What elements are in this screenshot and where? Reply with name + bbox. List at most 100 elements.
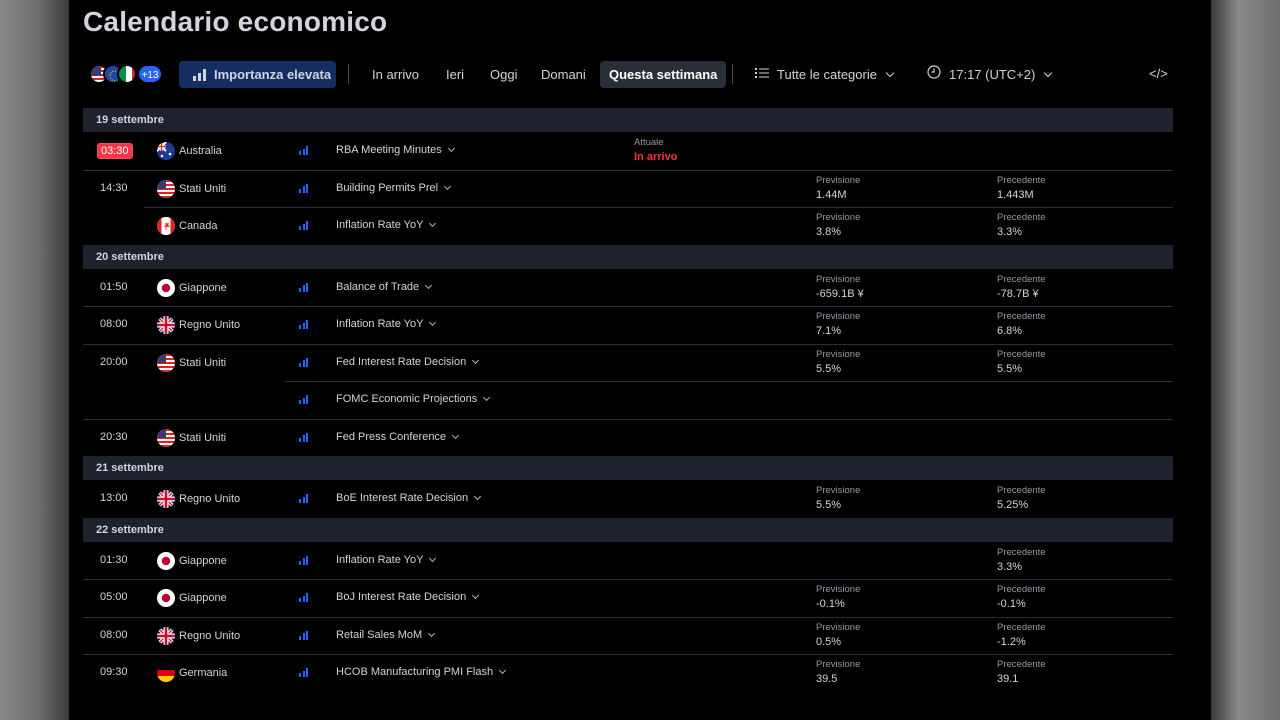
- tab-ieri[interactable]: Ieri: [437, 61, 473, 88]
- event-name[interactable]: BoJ Interest Rate Decision: [336, 591, 480, 603]
- forecast-label: Previsione: [816, 584, 861, 595]
- toolbar-divider: [348, 64, 349, 84]
- event-name[interactable]: HCOB Manufacturing PMI Flash: [336, 666, 507, 678]
- actual-value: In arrivo: [634, 151, 678, 163]
- importance-filter-button[interactable]: Importanza elevata: [179, 61, 336, 88]
- previous-label: Precedente: [997, 546, 1046, 558]
- previous-label: Precedente: [997, 584, 1046, 595]
- categories-dropdown[interactable]: Tutte le categorie: [755, 61, 895, 88]
- previous-cell: Precedente 1.443M: [997, 174, 1046, 202]
- event-row[interactable]: 20:00 Stati Uniti Fed Interest Rate Decisi…: [83, 344, 1173, 382]
- jp-flag-icon: [157, 589, 175, 607]
- event-country: Regno Unito: [157, 316, 240, 334]
- event-row[interactable]: 13:00 Regno Unito BoE Interest Rate Decisi…: [83, 480, 1173, 518]
- gb-flag-icon: [157, 626, 175, 645]
- forecast-label: Previsione: [816, 348, 861, 360]
- chevron-down-icon: [429, 554, 437, 562]
- event-country: Stati Uniti: [157, 353, 226, 372]
- previous-value: -0.1%: [997, 598, 1026, 610]
- importance-icon: [299, 630, 308, 640]
- event-country: Giappone: [157, 551, 227, 570]
- event-row[interactable]: 14:30 Stati Uniti Building Permits Prel Pre…: [83, 170, 1173, 208]
- clock-icon: [927, 61, 941, 88]
- event-country: Australia: [157, 142, 222, 160]
- previous-value: 1.443M: [997, 188, 1034, 201]
- day-header: 19 settembre: [83, 108, 1173, 132]
- tab-domani[interactable]: Domani: [532, 61, 595, 88]
- event-name[interactable]: Fed Interest Rate Decision: [336, 356, 480, 368]
- forecast-label: Previsione: [816, 311, 861, 322]
- chevron-down-icon: [452, 431, 460, 439]
- us-flag-icon: [157, 428, 175, 447]
- categories-label: Tutte le categorie: [777, 67, 877, 82]
- event-country: Regno Unito: [157, 626, 241, 645]
- forecast-value: 1.44M: [816, 188, 847, 201]
- event-row[interactable]: FOMC Economic Projections: [83, 381, 1173, 420]
- gb-flag-icon: [157, 316, 175, 334]
- event-name[interactable]: Inflation Rate YoY: [336, 554, 437, 566]
- forecast-label: Previsione: [816, 659, 861, 670]
- tab-questa-settimana[interactable]: Questa settimana: [600, 61, 727, 88]
- chevron-down-icon: [483, 393, 491, 402]
- event-time: 20:30: [100, 430, 128, 443]
- forecast-cell: Previsione 5.5%: [816, 348, 860, 376]
- actual-cell: Attuale In arrivo: [634, 136, 677, 164]
- forecast-value: 0.5%: [816, 635, 842, 648]
- tab-oggi[interactable]: Oggi: [481, 61, 526, 88]
- event-row[interactable]: 01:30 Giappone Inflation Rate YoY Precedent…: [83, 542, 1173, 580]
- chevron-down-icon: [1044, 68, 1053, 77]
- day-header: 22 settembre: [83, 517, 1173, 542]
- chevron-down-icon: [444, 182, 452, 190]
- country-name: Regno Unito: [179, 319, 241, 331]
- event-row[interactable]: Canada Inflation Rate YoY Previsione 3.8% Pr…: [83, 207, 1173, 245]
- event-row[interactable]: 03:30 Australia RBA Meeting Minutes Attuale…: [83, 132, 1173, 171]
- importance-icon: [299, 555, 308, 565]
- event-name[interactable]: Balance of Trade: [336, 281, 433, 293]
- chevron-down-icon: [429, 219, 437, 228]
- event-title: HCOB Manufacturing PMI Flash: [336, 666, 494, 678]
- event-name[interactable]: BoE Interest Rate Decision: [336, 492, 482, 504]
- forecast-cell: Previsione -659.1B ¥: [816, 273, 864, 301]
- event-row[interactable]: 20:30 Stati Uniti Fed Press Conference: [83, 419, 1173, 457]
- page-title: Calendario economico: [83, 6, 388, 37]
- event-name[interactable]: Fed Press Conference: [336, 431, 460, 443]
- previous-cell: Precedente 3.3%: [997, 211, 1046, 239]
- de-flag-icon: [157, 664, 175, 682]
- previous-value: -1.2%: [997, 635, 1026, 648]
- event-name[interactable]: Building Permits Prel: [336, 181, 452, 194]
- tab-in-arrivo[interactable]: In arrivo: [363, 61, 428, 88]
- event-time: 03:30: [97, 143, 133, 159]
- country-name: Regno Unito: [179, 629, 241, 642]
- previous-label: Precedente: [997, 485, 1046, 496]
- list-icon: [755, 61, 769, 88]
- event-row[interactable]: 05:00 Giappone BoJ Interest Rate Decision P…: [83, 579, 1173, 618]
- event-row[interactable]: 08:00 Regno Unito Retail Sales MoM Previsio…: [83, 617, 1173, 655]
- event-time: 01:30: [100, 553, 128, 566]
- embed-code-icon[interactable]: </>: [1149, 66, 1168, 81]
- forecast-cell: Previsione 3.8%: [816, 211, 860, 239]
- event-name[interactable]: Retail Sales MoM: [336, 629, 436, 641]
- country-name: Stati Uniti: [179, 182, 227, 195]
- au-flag-icon: [157, 142, 175, 160]
- forecast-label: Previsione: [816, 621, 861, 633]
- event-name[interactable]: RBA Meeting Minutes: [336, 144, 455, 156]
- forecast-cell: Previsione 39.5: [816, 658, 860, 686]
- previous-cell: Precedente -1.2%: [997, 621, 1046, 649]
- chevron-down-icon: [885, 68, 895, 77]
- event-name[interactable]: Inflation Rate YoY: [336, 219, 437, 231]
- previous-label: Precedente: [997, 348, 1046, 360]
- event-country: Stati Uniti: [157, 428, 226, 447]
- forecast-label: Previsione: [816, 212, 861, 223]
- event-name[interactable]: Inflation Rate YoY: [336, 318, 437, 330]
- jp-flag-icon: [157, 551, 175, 570]
- country-name: Germania: [179, 667, 228, 679]
- event-title: Building Permits Prel: [336, 181, 439, 194]
- chevron-down-icon: [428, 629, 436, 637]
- event-row[interactable]: 09:30 Germania HCOB Manufacturing PMI Flas…: [83, 654, 1173, 692]
- event-row[interactable]: 01:50 Giappone Balance of Trade Previsione -…: [83, 269, 1173, 307]
- timezone-dropdown[interactable]: 17:17 (UTC+2): [927, 61, 1053, 88]
- us-flag-icon: [157, 353, 175, 372]
- event-name[interactable]: FOMC Economic Projections: [336, 393, 491, 405]
- event-row[interactable]: 08:00 Regno Unito Inflation Rate YoY Previs…: [83, 306, 1173, 345]
- previous-label: Precedente: [997, 273, 1046, 285]
